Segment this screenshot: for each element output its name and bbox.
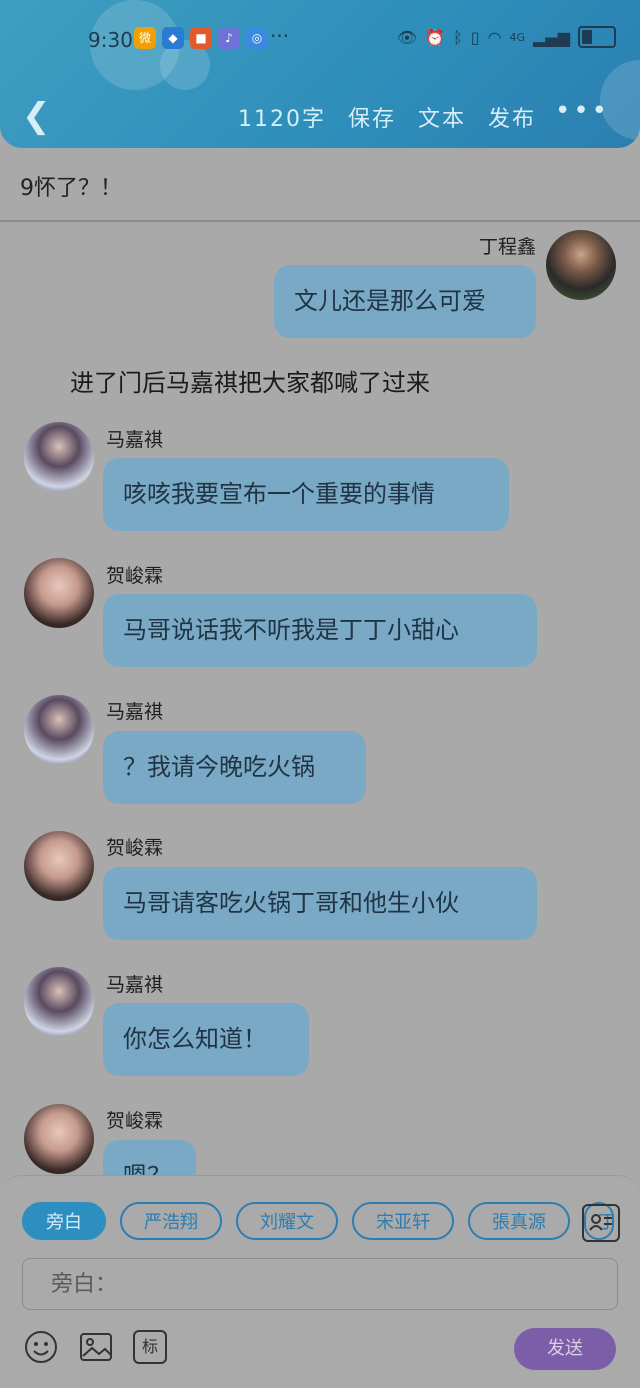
wifi-icon: ◠	[487, 27, 502, 47]
message-input[interactable]: 旁白：	[22, 1258, 618, 1310]
speaker-name: 贺峻霖	[106, 1110, 164, 1132]
chevron-left-icon[interactable]: ❮	[22, 96, 51, 136]
bluetooth-icon: ᛒ	[453, 27, 463, 47]
network-label: 4G	[509, 30, 526, 44]
role-chip-narration[interactable]: 旁白	[22, 1202, 106, 1240]
avatar[interactable]	[24, 695, 94, 765]
message-bubble[interactable]: 咳咳我要宣布一个重要的事情	[103, 458, 509, 531]
header-actions: 1120字 保存 文本 发布	[238, 101, 536, 133]
role-chip[interactable]: 严浩翔	[120, 1202, 222, 1240]
image-icon[interactable]	[79, 1330, 113, 1364]
vibrate-icon: ▯	[470, 27, 480, 47]
weibo-icon: 微	[134, 27, 156, 49]
speaker-name: 马嘉祺	[106, 974, 164, 996]
speaker-name: 马嘉祺	[106, 429, 164, 451]
status-time: 9:30	[88, 28, 133, 52]
status-indicators: 👁 ⏰ ᛒ ▯ ◠ 4G ▂▄▆	[397, 26, 616, 48]
role-chip[interactable]: 張真源	[468, 1202, 570, 1240]
message-bubble[interactable]: ？我请今晚吃火锅	[103, 731, 366, 804]
role-selector: 旁白 严浩翔 刘耀文 宋亚轩 張真源 丁	[22, 1202, 614, 1240]
avatar[interactable]	[24, 422, 94, 492]
app-header: 9:30 微 ◆ ■ ♪ ◎ ··· 👁 ⏰ ᛒ ▯ ◠ 4G ▂▄▆ ❮ 11…	[0, 0, 640, 148]
title-row: 9怀了？！	[0, 150, 640, 222]
message-bubble[interactable]: 文儿还是那么可爱	[274, 265, 536, 338]
app-store-icon: ■	[190, 27, 212, 49]
avatar[interactable]	[24, 831, 94, 901]
narration-text[interactable]: 进了门后马嘉祺把大家都喊了过来	[70, 363, 430, 398]
alarm-icon: ⏰	[425, 27, 446, 47]
send-button[interactable]: 发送	[514, 1328, 616, 1370]
more-icon[interactable]: •••	[555, 96, 610, 126]
contact-card-icon[interactable]	[582, 1204, 620, 1242]
avatar[interactable]	[24, 558, 94, 628]
chapter-title[interactable]: 9怀了？！	[20, 170, 122, 202]
shield-icon: ◆	[162, 27, 184, 49]
publish-button[interactable]: 发布	[488, 101, 536, 133]
message-bubble[interactable]: 马哥说话我不听我是丁丁小甜心	[103, 594, 537, 667]
speaker-name: 丁程鑫	[478, 236, 536, 258]
tag-icon[interactable]: 标	[133, 1330, 167, 1364]
input-panel: 旁白 严浩翔 刘耀文 宋亚轩 張真源 丁 旁白： 标 发送	[0, 1175, 640, 1388]
speaker-name: 贺峻霖	[106, 565, 164, 587]
text-button[interactable]: 文本	[418, 101, 466, 133]
status-app-icons: 微 ◆ ■ ♪ ◎	[134, 27, 268, 49]
avatar[interactable]	[24, 967, 94, 1037]
eye-icon: 👁	[396, 27, 418, 47]
role-chip[interactable]: 刘耀文	[236, 1202, 338, 1240]
message-bubble[interactable]: 你怎么知道！	[103, 1003, 309, 1076]
emoji-icon[interactable]	[24, 1330, 58, 1364]
word-count: 1120字	[237, 107, 326, 132]
save-button[interactable]: 保存	[348, 101, 396, 133]
browser-icon: ◎	[246, 27, 268, 49]
message-bubble[interactable]: 马哥请客吃火锅丁哥和他生小伙	[103, 867, 537, 940]
avatar[interactable]	[546, 230, 616, 300]
avatar[interactable]	[24, 1104, 94, 1174]
battery-icon	[578, 26, 616, 48]
role-chip[interactable]: 宋亚轩	[352, 1202, 454, 1240]
status-more-icon: ···	[270, 24, 290, 48]
signal-icon: ▂▄▆	[533, 27, 570, 47]
speaker-name: 马嘉祺	[106, 701, 164, 723]
music-icon: ♪	[218, 27, 240, 49]
speaker-name: 贺峻霖	[106, 837, 164, 859]
